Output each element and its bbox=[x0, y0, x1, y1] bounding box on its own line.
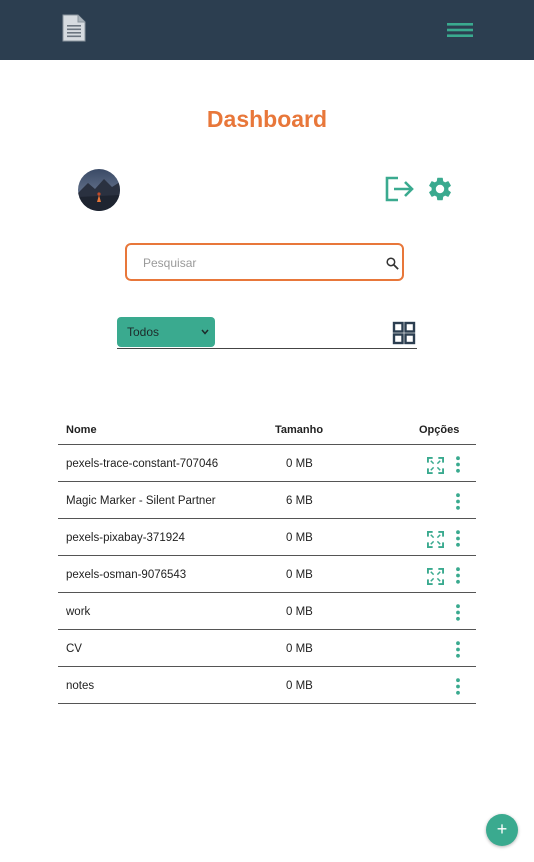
avatar-image bbox=[78, 169, 120, 211]
fullscreen-icon[interactable] bbox=[427, 568, 444, 585]
column-header-size[interactable]: Tamanho bbox=[275, 424, 323, 436]
filter-selected-value: Todos bbox=[127, 325, 160, 339]
table-row[interactable]: work 0 MB bbox=[58, 593, 476, 630]
column-header-options: Opções bbox=[419, 424, 460, 436]
table-row[interactable]: pexels-pixabay-371924 0 MB bbox=[58, 519, 476, 556]
file-size: 0 MB bbox=[286, 569, 313, 581]
files-table: Nome Tamanho Opções pexels-trace-constan… bbox=[58, 415, 476, 704]
file-size: 0 MB bbox=[286, 680, 313, 692]
fullscreen-icon[interactable] bbox=[427, 531, 444, 548]
file-name[interactable]: CV bbox=[66, 643, 82, 655]
file-name[interactable]: pexels-osman-9076543 bbox=[66, 569, 186, 581]
table-row[interactable]: Magic Marker - Silent Partner 6 MB bbox=[58, 482, 476, 519]
file-size: 0 MB bbox=[286, 643, 313, 655]
table-row[interactable]: pexels-trace-constant-707046 0 MB bbox=[58, 445, 476, 482]
filter-bar: Todos bbox=[117, 316, 417, 349]
table-row[interactable]: CV 0 MB bbox=[58, 630, 476, 667]
table-row[interactable]: pexels-osman-9076543 0 MB bbox=[58, 556, 476, 593]
more-options-icon[interactable] bbox=[454, 530, 462, 547]
logout-icon[interactable] bbox=[384, 175, 416, 203]
file-name[interactable]: work bbox=[66, 606, 90, 618]
more-options-icon[interactable] bbox=[454, 567, 462, 584]
file-name[interactable]: notes bbox=[66, 680, 94, 692]
file-size: 6 MB bbox=[286, 495, 313, 507]
chevron-down-icon bbox=[201, 329, 209, 335]
file-size: 0 MB bbox=[286, 606, 313, 618]
table-body: pexels-trace-constant-707046 0 MB Magic Ma… bbox=[58, 445, 476, 704]
page-title: Dashboard bbox=[206, 106, 328, 132]
table-row[interactable]: notes 0 MB bbox=[58, 667, 476, 704]
file-size: 0 MB bbox=[286, 458, 313, 470]
column-header-name[interactable]: Nome bbox=[66, 424, 97, 436]
fullscreen-icon[interactable] bbox=[427, 457, 444, 474]
add-file-button[interactable]: + bbox=[486, 814, 518, 846]
gear-icon[interactable] bbox=[426, 175, 454, 203]
more-options-icon[interactable] bbox=[454, 493, 462, 510]
file-name[interactable]: pexels-trace-constant-707046 bbox=[66, 458, 218, 470]
more-options-icon[interactable] bbox=[454, 604, 462, 621]
type-filter-select[interactable]: Todos bbox=[117, 317, 215, 347]
grid-view-icon[interactable] bbox=[392, 321, 416, 345]
avatar[interactable] bbox=[78, 169, 120, 211]
file-name[interactable]: Magic Marker - Silent Partner bbox=[66, 495, 216, 507]
search-input[interactable] bbox=[137, 253, 379, 273]
table-header: Nome Tamanho Opções bbox=[58, 415, 476, 445]
search-box bbox=[125, 243, 404, 281]
more-options-icon[interactable] bbox=[454, 678, 462, 695]
more-options-icon[interactable] bbox=[454, 641, 462, 658]
search-icon[interactable] bbox=[385, 256, 400, 271]
document-icon[interactable] bbox=[62, 14, 86, 42]
top-navbar bbox=[0, 0, 534, 60]
more-options-icon[interactable] bbox=[454, 456, 462, 473]
hamburger-menu-icon[interactable] bbox=[446, 20, 474, 40]
file-size: 0 MB bbox=[286, 532, 313, 544]
file-name[interactable]: pexels-pixabay-371924 bbox=[66, 532, 185, 544]
